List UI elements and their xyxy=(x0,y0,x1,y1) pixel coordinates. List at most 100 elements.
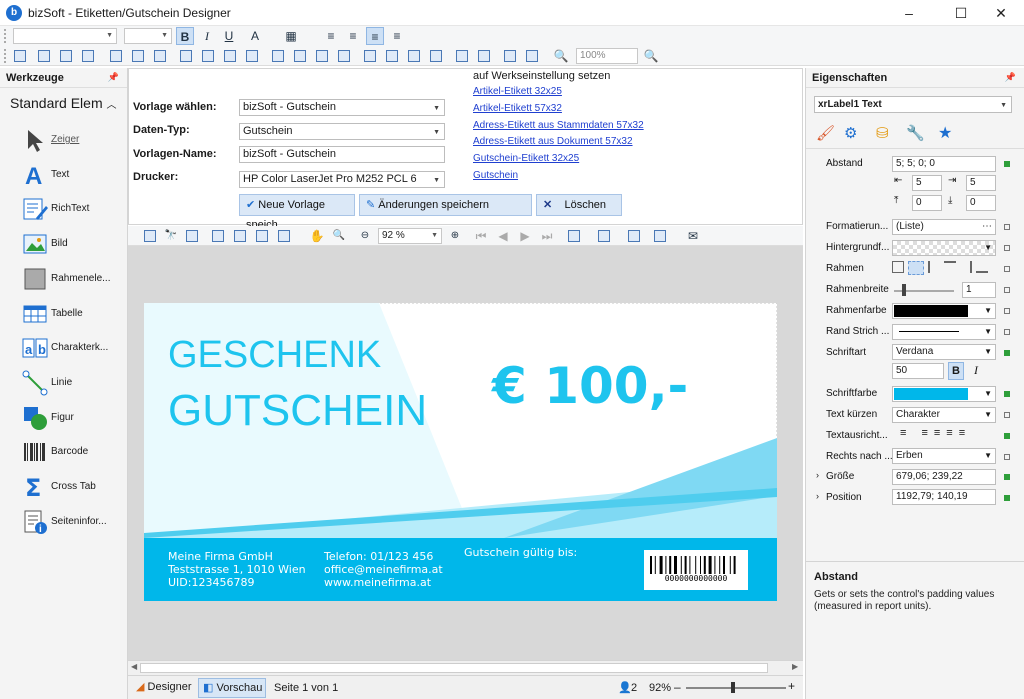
close-button[interactable]: ✕ xyxy=(978,0,1024,26)
align-tops-icon[interactable] xyxy=(110,50,122,62)
reset-link[interactable]: Artikel-Etikett 57x32 xyxy=(473,103,562,114)
zoom-in-plus-icon[interactable]: + xyxy=(788,679,795,693)
v-spacing-increase-icon[interactable] xyxy=(386,50,398,62)
align-left-icon[interactable]: ≡ xyxy=(322,27,340,45)
watermark-icon[interactable] xyxy=(628,230,640,242)
zoom-slider-thumb[interactable] xyxy=(731,682,735,693)
wrench-icon[interactable]: 🔧 xyxy=(906,124,925,142)
back-color-icon[interactable]: ▦ xyxy=(282,27,300,45)
dropdown-arrow-icon[interactable]: ▼ xyxy=(984,345,992,359)
font-color-icon[interactable]: A xyxy=(246,27,264,45)
reset-link[interactable]: Gutschein xyxy=(473,170,518,181)
scroll-thumb[interactable] xyxy=(140,663,768,673)
zoom-slider-track[interactable] xyxy=(686,687,786,689)
align-lefts-icon[interactable] xyxy=(38,50,50,62)
dropdown-arrow-icon[interactable]: ▼ xyxy=(984,449,992,463)
horizontal-scrollbar[interactable]: ◀ ▶ xyxy=(128,660,803,675)
document-map-icon[interactable] xyxy=(144,230,156,242)
border-all-icon[interactable] xyxy=(892,261,904,273)
font-size-combo[interactable]: ▼ xyxy=(124,28,172,44)
tool-text[interactable]: A Text xyxy=(20,160,125,190)
border-right-icon[interactable] xyxy=(960,261,972,273)
tool-sigma[interactable]: Σ Cross Tab xyxy=(20,472,125,502)
page-color-icon[interactable] xyxy=(598,230,610,242)
abstand-input[interactable]: 5; 5; 0; 0 xyxy=(892,156,996,172)
tab-preview[interactable]: ◧ Vorschau xyxy=(198,678,266,698)
center-horizontally-icon[interactable] xyxy=(456,50,468,62)
tab-designer[interactable]: ◢ Designer xyxy=(132,678,196,698)
star-icon[interactable]: ★ xyxy=(938,123,952,143)
vorlage-select[interactable]: bizSoft - Gutschein ▼ xyxy=(239,99,445,116)
toolbar-grip[interactable] xyxy=(4,29,7,43)
save-changes-button[interactable]: ✎ Änderungen speichern xyxy=(359,194,532,216)
tool-group-header[interactable]: Standard Elem ︿ xyxy=(10,95,117,111)
drucker-select[interactable]: HP Color LaserJet Pro M252 PCL 6 ▼ xyxy=(239,171,445,188)
same-size-icon[interactable] xyxy=(246,50,258,62)
email-icon[interactable]: ✉ xyxy=(684,227,702,245)
h-spacing-remove-icon[interactable] xyxy=(338,50,350,62)
zoom-out-minus-icon[interactable]: – xyxy=(674,680,681,694)
rahmenbreite-input[interactable]: 1 xyxy=(962,282,996,298)
bold-button[interactable]: B xyxy=(176,27,194,45)
align-middles-icon[interactable] xyxy=(132,50,144,62)
randstrich-select[interactable]: ▼ xyxy=(892,324,996,340)
same-width-icon[interactable] xyxy=(180,50,192,62)
pad-bottom-input[interactable]: 0 xyxy=(966,195,996,211)
reset-link[interactable]: Gutschein-Etikett 32x25 xyxy=(473,153,579,164)
align-justify-icon[interactable]: ≡ xyxy=(388,27,406,45)
tool-richtext[interactable]: RichText xyxy=(20,194,125,224)
rahmenbreite-thumb[interactable] xyxy=(902,284,906,296)
align-right-icon[interactable]: ≡ xyxy=(366,27,384,45)
selected-control-combo[interactable]: xrLabel1 Text ▼ xyxy=(814,96,1012,113)
multiple-pages-icon[interactable] xyxy=(568,230,580,242)
dropdown-arrow-icon[interactable]: ▼ xyxy=(984,408,992,422)
hintergrund-picker[interactable]: ▼ xyxy=(892,240,996,256)
previous-page-icon[interactable]: ◀ xyxy=(494,227,512,245)
border-bottom-icon[interactable] xyxy=(976,261,988,273)
h-spacing-equal-icon[interactable] xyxy=(272,50,284,62)
save-icon[interactable] xyxy=(186,230,198,242)
zoom-out-icon[interactable]: ⊖ xyxy=(356,227,374,245)
preview-zoom-combo[interactable]: 92 % ▼ xyxy=(378,228,442,244)
dropdown-arrow-icon[interactable]: ▼ xyxy=(984,241,992,255)
tool-pointer[interactable]: Zeiger xyxy=(20,125,125,155)
zoom-out-icon[interactable]: 🔍 xyxy=(552,47,570,65)
rahmenfarbe-picker[interactable]: ▼ xyxy=(892,303,996,319)
datentyp-select[interactable]: Gutschein ▼ xyxy=(239,123,445,140)
h-spacing-increase-icon[interactable] xyxy=(294,50,306,62)
border-top-icon[interactable] xyxy=(944,261,956,273)
align-center-icon[interactable]: ≡ xyxy=(344,27,362,45)
pin-icon[interactable]: 📌 xyxy=(1005,72,1016,83)
bring-to-front-icon[interactable] xyxy=(504,50,516,62)
font-bold-button[interactable]: B xyxy=(948,362,964,380)
send-to-back-icon[interactable] xyxy=(526,50,538,62)
align-rights-icon[interactable] xyxy=(82,50,94,62)
textkuerzen-select[interactable]: Charakter ▼ xyxy=(892,407,996,423)
gears-icon[interactable]: ⚙ xyxy=(844,124,857,142)
scroll-right-icon[interactable]: ▶ xyxy=(792,662,798,671)
schriftfarbe-picker[interactable]: ▼ xyxy=(892,386,996,402)
tool-frame[interactable]: Rahmenele... xyxy=(20,264,125,294)
zoom-combo[interactable]: 100% xyxy=(576,48,638,64)
hand-tool-icon[interactable]: ✋ xyxy=(308,227,326,245)
formatierung-input[interactable]: (Liste) ⋯ xyxy=(892,219,996,235)
last-page-icon[interactable]: ⏭ xyxy=(538,227,556,245)
italic-button[interactable]: I xyxy=(198,27,216,45)
next-page-icon[interactable]: ▶ xyxy=(516,227,534,245)
export-icon[interactable] xyxy=(654,230,666,242)
page-setup-icon[interactable] xyxy=(256,230,268,242)
reset-link[interactable]: Adress-Etikett aus Stammdaten 57x32 xyxy=(473,120,644,131)
magnifier-icon[interactable]: 🔍 xyxy=(330,227,348,245)
groesse-input[interactable]: 679,06; 239,22 xyxy=(892,469,996,485)
v-spacing-equal-icon[interactable] xyxy=(364,50,376,62)
expand-groesse-icon[interactable]: › xyxy=(816,470,819,480)
pad-top-input[interactable]: 0 xyxy=(912,195,942,211)
position-input[interactable]: 1192,79; 140,19 xyxy=(892,489,996,505)
scale-icon[interactable] xyxy=(278,230,290,242)
size-to-grid-icon[interactable] xyxy=(202,50,214,62)
first-page-icon[interactable]: ⏮ xyxy=(472,227,490,245)
minimize-button[interactable]: – xyxy=(886,0,932,26)
align-to-grid-icon[interactable] xyxy=(14,50,26,62)
align-bottoms-icon[interactable] xyxy=(154,50,166,62)
dropdown-arrow-icon[interactable]: ▼ xyxy=(984,325,992,339)
